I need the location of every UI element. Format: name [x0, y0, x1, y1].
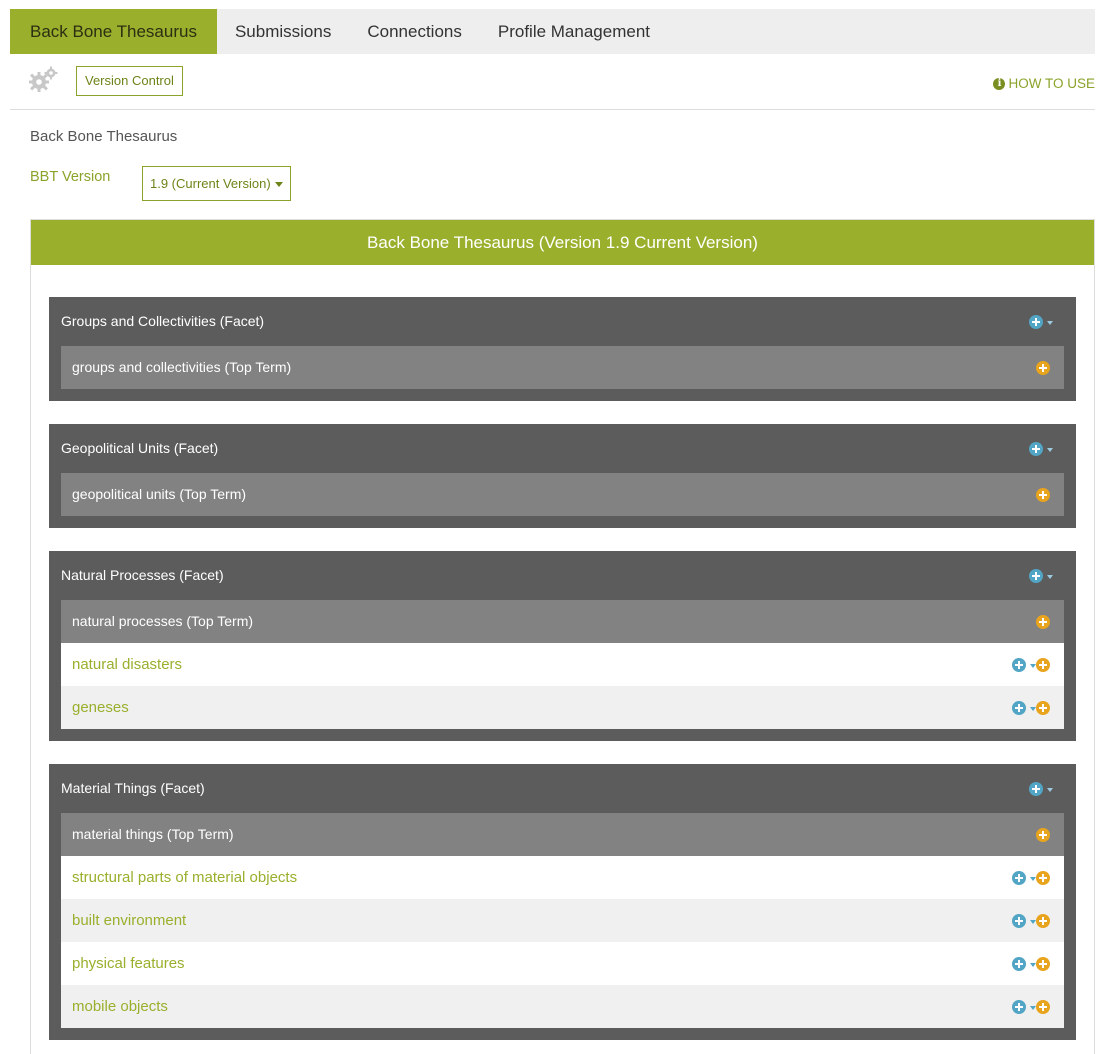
info-icon: i [993, 77, 1006, 90]
add-icon[interactable] [1012, 999, 1026, 1014]
term-row[interactable]: built environment [61, 899, 1064, 942]
chevron-down-icon[interactable] [1047, 574, 1053, 579]
term-row[interactable]: natural disasters [61, 643, 1064, 686]
add-icon[interactable] [1036, 614, 1050, 629]
how-to-use-label: HOW TO USE [1008, 76, 1095, 91]
panel-title: Back Bone Thesaurus (Version 1.9 Current… [31, 220, 1094, 265]
version-select[interactable]: 1.9 (Current Version) [142, 166, 291, 201]
term-row[interactable]: mobile objects [61, 985, 1064, 1028]
add-icon[interactable] [1012, 870, 1026, 885]
add-icon[interactable] [1036, 700, 1050, 715]
term-label[interactable]: built environment [72, 912, 186, 929]
facet-card: Material Things (Facet) material things … [49, 764, 1076, 1040]
toolbar: Version Control i HOW TO USE [10, 54, 1095, 110]
top-term-row[interactable]: natural processes (Top Term) [61, 600, 1064, 643]
gears-icon[interactable] [27, 65, 59, 95]
add-icon[interactable] [1036, 999, 1050, 1014]
add-icon[interactable] [1036, 360, 1050, 375]
term-label[interactable]: structural parts of material objects [72, 869, 297, 886]
term-label[interactable]: mobile objects [72, 998, 168, 1015]
chevron-down-icon [274, 181, 283, 187]
facet-card: Geopolitical Units (Facet) geopolitical … [49, 424, 1076, 528]
add-icon[interactable] [1036, 657, 1050, 672]
add-icon[interactable] [1029, 568, 1043, 583]
add-icon[interactable] [1012, 956, 1026, 971]
facet-title: Material Things (Facet) [61, 764, 1064, 813]
add-icon[interactable] [1029, 781, 1043, 796]
add-icon[interactable] [1036, 913, 1050, 928]
tab-connections[interactable]: Connections [349, 9, 480, 54]
chevron-down-icon[interactable] [1047, 320, 1053, 325]
facet-title-text: Material Things (Facet) [61, 780, 205, 796]
version-select-value: 1.9 (Current Version) [150, 176, 271, 191]
version-control-button[interactable]: Version Control [76, 66, 183, 96]
add-icon[interactable] [1036, 827, 1050, 842]
facet-card: Natural Processes (Facet) natural proces… [49, 551, 1076, 741]
how-to-use-link[interactable]: i HOW TO USE [993, 76, 1095, 91]
top-nav: Back Bone Thesaurus Submissions Connecti… [10, 9, 1095, 54]
add-icon[interactable] [1012, 700, 1026, 715]
bbt-version-label: BBT Version [30, 169, 111, 185]
breadcrumb: Back Bone Thesaurus [30, 128, 178, 145]
add-icon[interactable] [1036, 487, 1050, 502]
chevron-down-icon[interactable] [1047, 787, 1053, 792]
top-term-label: groups and collectivities (Top Term) [72, 359, 292, 375]
add-icon[interactable] [1036, 956, 1050, 971]
top-term-row[interactable]: geopolitical units (Top Term) [61, 473, 1064, 516]
facet-title: Natural Processes (Facet) [61, 551, 1064, 600]
thesaurus-panel: Back Bone Thesaurus (Version 1.9 Current… [30, 219, 1095, 1054]
facet-title-text: Geopolitical Units (Facet) [61, 440, 219, 456]
add-icon[interactable] [1012, 913, 1026, 928]
term-label[interactable]: geneses [72, 699, 129, 716]
facet-title: Groups and Collectivities (Facet) [61, 297, 1064, 346]
facet-card: Groups and Collectivities (Facet) groups… [49, 297, 1076, 401]
top-term-label: material things (Top Term) [72, 826, 234, 842]
add-icon[interactable] [1029, 314, 1043, 329]
tab-profile-management[interactable]: Profile Management [480, 9, 668, 54]
term-label[interactable]: physical features [72, 955, 185, 972]
chevron-down-icon[interactable] [1047, 447, 1053, 452]
tab-submissions[interactable]: Submissions [217, 9, 349, 54]
top-term-label: natural processes (Top Term) [72, 613, 254, 629]
top-term-row[interactable]: groups and collectivities (Top Term) [61, 346, 1064, 389]
add-icon[interactable] [1012, 657, 1026, 672]
term-row[interactable]: geneses [61, 686, 1064, 729]
add-icon[interactable] [1036, 870, 1050, 885]
term-label[interactable]: natural disasters [72, 656, 182, 673]
term-row[interactable]: physical features [61, 942, 1064, 985]
top-term-row[interactable]: material things (Top Term) [61, 813, 1064, 856]
facet-title-text: Natural Processes (Facet) [61, 567, 224, 583]
term-row[interactable]: structural parts of material objects [61, 856, 1064, 899]
facet-title-text: Groups and Collectivities (Facet) [61, 313, 265, 329]
top-term-label: geopolitical units (Top Term) [72, 486, 247, 502]
facet-title: Geopolitical Units (Facet) [61, 424, 1064, 473]
add-icon[interactable] [1029, 441, 1043, 456]
tab-back-bone-thesaurus[interactable]: Back Bone Thesaurus [10, 9, 217, 54]
